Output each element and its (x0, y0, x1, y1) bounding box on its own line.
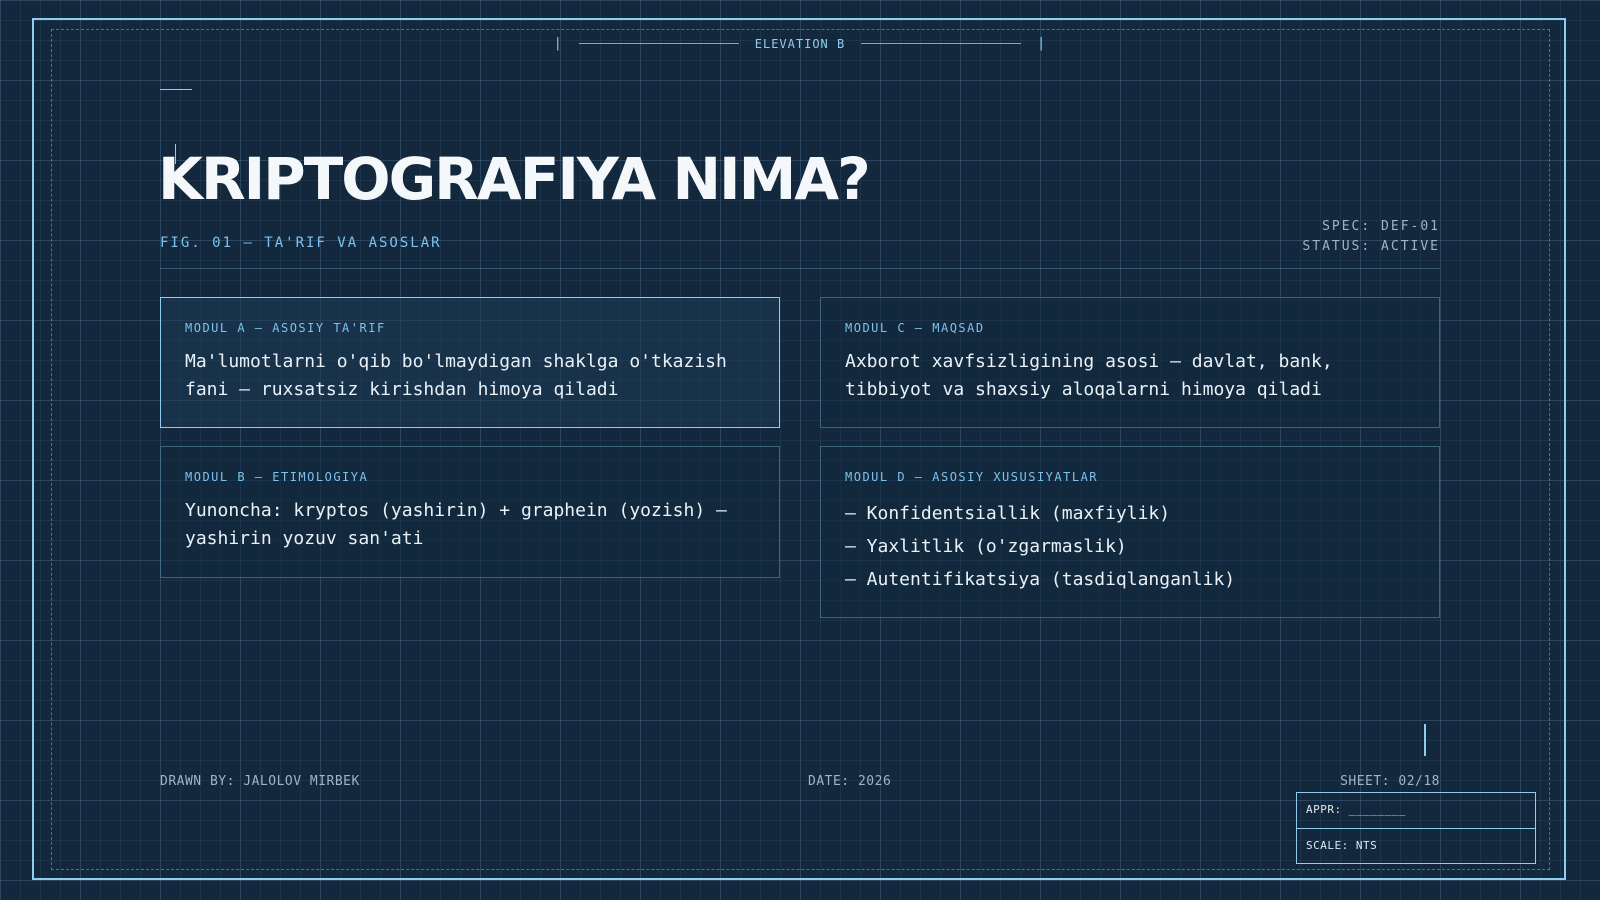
module-c-card[interactable]: MODUL C — MAQSAD Axborot xavfsizligining… (820, 297, 1440, 428)
module-d-label: MODUL D — ASOSIY XUSUSIYATLAR (845, 470, 1099, 484)
list-item: — Konfidentsiallik (maxfiylik) (845, 503, 1171, 524)
list-item: — Autentifikatsiya (tasdiqlanganlik) (845, 569, 1236, 590)
title-block: APPR: ________ SCALE: NTS (1296, 792, 1536, 864)
title-corner-mark (160, 89, 192, 90)
module-a-label: MODUL A — ASOSIY TA'RIF (185, 321, 386, 335)
module-b-label: MODUL B — ETIMOLOGIYA (185, 470, 369, 484)
elevation-label: ELEVATION B (754, 36, 846, 51)
spec-block: SPEC: DEF-01 STATUS: ACTIVE (1302, 217, 1440, 257)
elevation-rule-right (861, 43, 1022, 44)
module-d-list: — Konfidentsiallik (maxfiylik) — Yaxlitl… (845, 497, 1415, 596)
elevation-tick-right: | (1037, 36, 1047, 51)
module-b-body: Yunoncha: kryptos (yashirin) + graphein … (185, 500, 727, 549)
date-label: DATE: 2026 (808, 774, 892, 789)
spec-line: SPEC: DEF-01 (1322, 219, 1440, 234)
sheet-number: SHEET: 02/18 (1340, 774, 1440, 789)
status-line: STATUS: ACTIVE (1302, 239, 1440, 254)
module-c-label: MODUL C — MAQSAD (845, 321, 985, 335)
elevation-header: | ELEVATION B | (0, 36, 1600, 51)
approval-field: APPR: ________ (1306, 803, 1406, 816)
module-b-card[interactable]: MODUL B — ETIMOLOGIYA Yunoncha: kryptos … (160, 446, 780, 578)
header-divider (160, 268, 1440, 269)
list-item: — Yaxlitlik (o'zgarmaslik) (845, 536, 1127, 557)
module-a-body: Ma'lumotlarni o'qib bo'lmaydigan shaklga… (185, 351, 727, 400)
scale-field: SCALE: NTS (1297, 828, 1535, 863)
drawn-by: DRAWN BY: JALOLOV MIRBEK (160, 774, 360, 789)
module-c-body: Axborot xavfsizligining asosi — davlat, … (845, 351, 1333, 400)
elevation-tick-left: | (553, 36, 563, 51)
module-d-card[interactable]: MODUL D — ASOSIY XUSUSIYATLAR — Konfiden… (820, 446, 1440, 618)
module-a-card[interactable]: MODUL A — ASOSIY TA'RIF Ma'lumotlarni o'… (160, 297, 780, 428)
figure-subtitle: FIG. 01 — TA'RIF VA ASOSLAR (160, 235, 442, 251)
elevation-rule-left (578, 43, 739, 44)
sheet-marker-line (1424, 724, 1426, 756)
page-title: KRIPTOGRAFIYA NIMA? (158, 145, 871, 213)
